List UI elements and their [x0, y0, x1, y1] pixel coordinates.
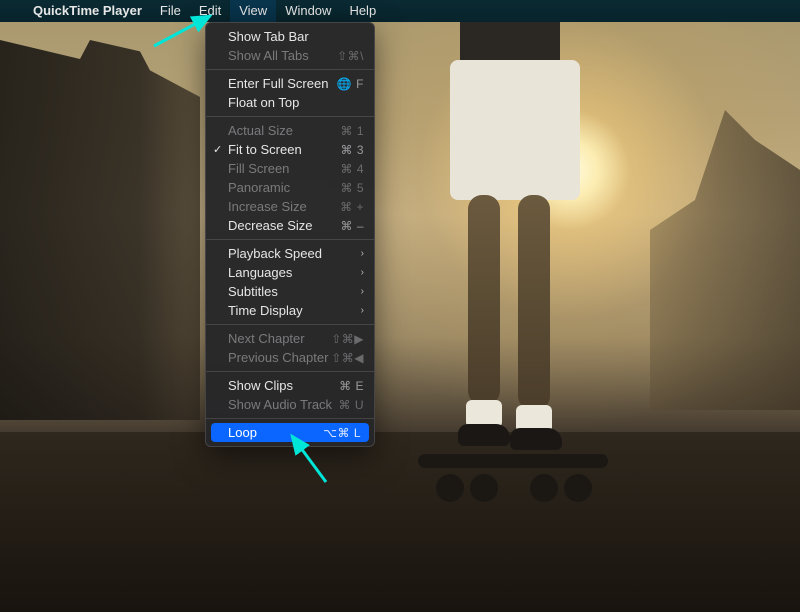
menu-item-shortcut: 🌐 F: [337, 77, 364, 91]
menu-item-next-chapter: Next Chapter⇧⌘▶: [206, 329, 374, 348]
menu-item-label: Decrease Size: [228, 218, 340, 233]
chevron-right-icon: ›: [361, 305, 364, 316]
menu-item-shortcut: ⌘ 1: [340, 124, 364, 138]
check-icon: ✓: [213, 143, 222, 156]
scene-person: [430, 0, 590, 470]
menu-item-label: Float on Top: [228, 95, 364, 110]
menu-separator: [206, 116, 374, 117]
video-frame: [0, 0, 800, 612]
menu-separator: [206, 69, 374, 70]
menu-item-label: Show Tab Bar: [228, 29, 364, 44]
menu-item-label: Subtitles: [228, 284, 355, 299]
chevron-right-icon: ›: [361, 248, 364, 259]
menu-item-shortcut: ⌘ E: [339, 379, 364, 393]
menu-view[interactable]: View: [230, 0, 276, 22]
menu-item-show-audio-track: Show Audio Track⌘ U: [206, 395, 374, 414]
scene-skateboard: [418, 454, 608, 512]
menu-edit[interactable]: Edit: [190, 0, 230, 22]
menu-item-panoramic: Panoramic⌘ 5: [206, 178, 374, 197]
chevron-right-icon: ›: [361, 267, 364, 278]
menu-item-label: Next Chapter: [228, 331, 331, 346]
menu-item-shortcut: ⌘ U: [339, 398, 365, 412]
menu-item-label: Time Display: [228, 303, 355, 318]
menu-item-actual-size: Actual Size⌘ 1: [206, 121, 374, 140]
menu-window[interactable]: Window: [276, 0, 340, 22]
menu-item-label: Show All Tabs: [228, 48, 337, 63]
menubar: QuickTime Player File Edit View Window H…: [0, 0, 800, 22]
menu-item-fit-to-screen[interactable]: ✓ Fit to Screen⌘ 3: [206, 140, 374, 159]
menu-separator: [206, 239, 374, 240]
menu-item-float-on-top[interactable]: Float on Top: [206, 93, 374, 112]
menu-item-show-tab-bar[interactable]: Show Tab Bar: [206, 27, 374, 46]
menu-item-shortcut: ⌘ –: [340, 219, 364, 233]
menu-item-label: Previous Chapter: [228, 350, 331, 365]
menu-item-previous-chapter: Previous Chapter⇧⌘◀: [206, 348, 374, 367]
menu-file[interactable]: File: [151, 0, 190, 22]
app-menu[interactable]: QuickTime Player: [24, 0, 151, 22]
scene-road: [0, 432, 800, 612]
menu-item-languages[interactable]: Languages ›: [206, 263, 374, 282]
menu-item-label: Enter Full Screen: [228, 76, 337, 91]
menu-item-label: Actual Size: [228, 123, 340, 138]
menu-item-label: Increase Size: [228, 199, 340, 214]
menu-item-label: Panoramic: [228, 180, 340, 195]
menu-item-label: Loop: [228, 425, 323, 440]
menu-item-loop[interactable]: Loop⌥⌘ L: [211, 423, 369, 442]
menu-item-label: Fit to Screen: [228, 142, 340, 157]
menu-item-shortcut: ⇧⌘◀: [331, 351, 364, 365]
menu-item-shortcut: ⇧⌘▶: [331, 332, 364, 346]
menu-item-label: Show Audio Track: [228, 397, 339, 412]
menu-separator: [206, 324, 374, 325]
menu-item-shortcut: ⌘ 3: [340, 143, 364, 157]
menu-item-shortcut: ⌘ +: [340, 200, 364, 214]
menu-item-label: Show Clips: [228, 378, 339, 393]
menu-item-label: Fill Screen: [228, 161, 340, 176]
menu-item-shortcut: ⌘ 5: [340, 181, 364, 195]
menu-item-enter-full-screen[interactable]: Enter Full Screen🌐 F: [206, 74, 374, 93]
menu-item-show-all-tabs: Show All Tabs⇧⌘\: [206, 46, 374, 65]
menu-item-label: Playback Speed: [228, 246, 355, 261]
menu-item-decrease-size[interactable]: Decrease Size⌘ –: [206, 216, 374, 235]
menu-item-shortcut: ⌥⌘ L: [323, 426, 361, 440]
menu-separator: [206, 418, 374, 419]
scene-buildings-left: [0, 40, 200, 420]
menu-help[interactable]: Help: [340, 0, 385, 22]
menu-item-fill-screen: Fill Screen⌘ 4: [206, 159, 374, 178]
menu-item-show-clips[interactable]: Show Clips⌘ E: [206, 376, 374, 395]
menu-item-increase-size: Increase Size⌘ +: [206, 197, 374, 216]
chevron-right-icon: ›: [361, 286, 364, 297]
scene-buildings-right: [650, 110, 800, 410]
menu-item-shortcut: ⌘ 4: [340, 162, 364, 176]
menu-item-label: Languages: [228, 265, 355, 280]
menu-item-time-display[interactable]: Time Display ›: [206, 301, 374, 320]
menu-item-shortcut: ⇧⌘\: [337, 49, 364, 63]
menu-item-subtitles[interactable]: Subtitles ›: [206, 282, 374, 301]
menu-separator: [206, 371, 374, 372]
menu-item-playback-speed[interactable]: Playback Speed ›: [206, 244, 374, 263]
view-menu-dropdown: Show Tab BarShow All Tabs⇧⌘\Enter Full S…: [205, 22, 375, 447]
